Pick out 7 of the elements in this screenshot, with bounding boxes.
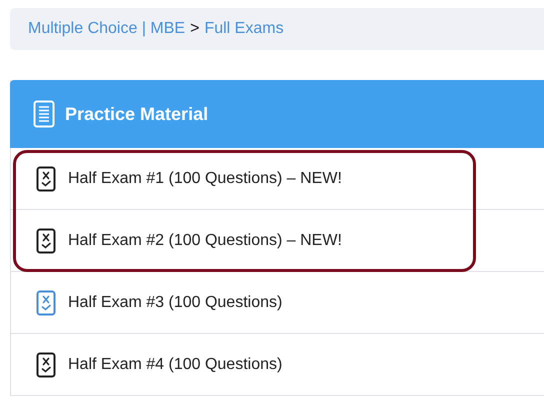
document-icon [33, 100, 55, 128]
exam-link[interactable]: Half Exam #2 (100 Questions) – NEW! [11, 210, 544, 272]
exam-link[interactable]: Half Exam #4 (100 Questions) [11, 334, 544, 396]
panel-title: Practice Material [65, 104, 208, 124]
exam-link[interactable]: Half Exam #1 (100 Questions) – NEW! [11, 148, 544, 210]
exam-link[interactable]: Half Exam #3 (100 Questions) [11, 272, 544, 334]
breadcrumb-separator: > [190, 20, 200, 38]
